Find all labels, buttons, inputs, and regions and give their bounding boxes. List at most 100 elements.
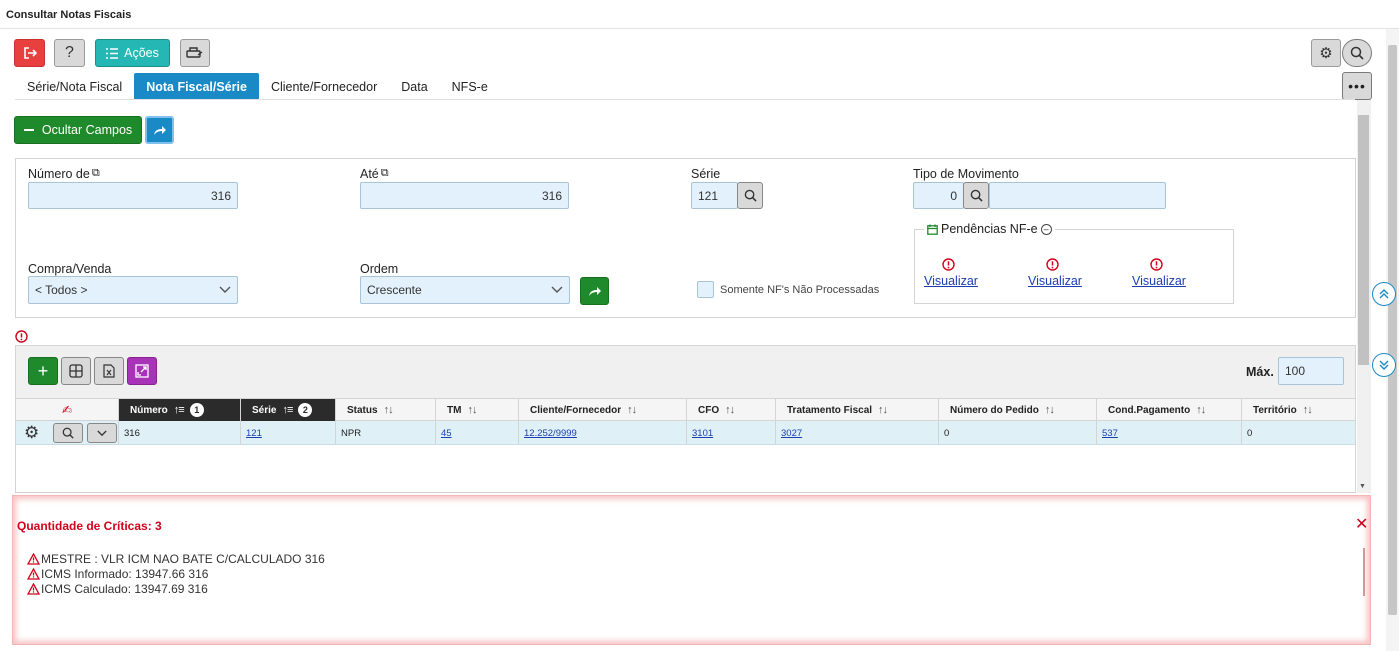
grid-header: ✍ Número ↑≡ 1 Série ↑≡ 2 Status ↑↓ TM ↑↓ Clien… [16,398,1355,421]
title-bar: Consultar Notas Fiscais [0,0,1399,29]
gear-icon[interactable]: ⚙ [24,423,39,443]
alert-circle-icon [1028,258,1088,274]
content-scrollbar-thumb[interactable] [1358,115,1369,365]
help-button[interactable]: ? [54,39,85,67]
expand-icon [135,364,149,378]
ocultar-campos-label: Ocultar Campos [41,123,133,137]
global-search-button[interactable] [1342,39,1372,67]
critica-line: ICMS Calculado: 13947.69 316 [27,582,208,596]
cell-cliente-fornecedor: 12.252/9999 [519,421,687,445]
sort-order-badge: 1 [189,403,204,417]
sort-icon: ↑↓ [1044,404,1055,416]
table-row[interactable]: ⚙ 316 121 NPR 45 12.252/9999 3101 3027 0… [16,421,1355,445]
numero-de-input[interactable]: 316 [28,182,238,209]
visualizar-link[interactable]: Visualizar [1028,274,1082,288]
row-expand-button[interactable] [87,423,117,443]
criticas-scrollbar[interactable] [1363,548,1365,596]
criticas-panel: Quantidade de Críticas: 3 ✕ MESTRE : VLR… [12,495,1371,645]
max-rows-input[interactable]: 100 [1278,357,1344,385]
exit-button[interactable] [14,39,45,67]
copy-icon[interactable]: ⧉ [381,167,389,180]
search-icon [1350,46,1364,60]
tab-data[interactable]: Data [389,73,439,100]
somente-nao-processadas-checkbox[interactable] [697,281,714,298]
tipo-movimento-input[interactable]: 0 [913,182,964,209]
cell-serie: 121 [241,421,336,445]
column-header-numero[interactable]: Número ↑≡ 1 [119,399,241,421]
excel-file-icon [103,364,115,378]
column-header-status[interactable]: Status ↑↓ [336,399,436,421]
sort-asc-icon: ↑≡ [282,404,293,416]
row-actions-cell: ⚙ [16,421,119,445]
page-scrollbar-thumb[interactable] [1388,45,1397,615]
tratamento-link[interactable]: 3027 [781,428,802,439]
visualizar-link[interactable]: Visualizar [1132,274,1186,288]
serie-input[interactable]: 121 [691,182,738,209]
grid-layout-button[interactable] [61,357,91,385]
serie-link[interactable]: 121 [246,428,262,439]
table-icon [69,364,83,378]
cell-cfo: 3101 [687,421,776,445]
column-header-serie[interactable]: Série ↑≡ 2 [241,399,336,421]
column-header-cliente-fornecedor[interactable]: Cliente/Fornecedor ↑↓ [519,399,687,421]
copy-icon[interactable]: ⧉ [92,167,100,180]
ocultar-campos-button[interactable]: Ocultar Campos [14,116,142,144]
collapse-icon[interactable]: – [1040,223,1052,235]
sort-icon: ↑↓ [725,404,735,416]
search-icon [970,189,983,202]
pendencias-title: Pendências NF-e – [924,222,1055,236]
acoes-button[interactable]: Ações [95,39,170,67]
cond-pagamento-link[interactable]: 537 [1102,428,1118,439]
cfo-link[interactable]: 3101 [692,428,713,439]
calendar-icon [927,224,938,235]
compra-venda-select[interactable]: < Todos > [28,276,238,304]
tm-link[interactable]: 45 [441,428,452,439]
print-button[interactable] [180,39,210,67]
ordem-select[interactable]: Crescente [360,276,570,304]
tipo-movimento-description [989,182,1166,209]
add-button[interactable]: + [28,357,58,385]
column-header-cond-pagamento[interactable]: Cond.Pagamento ↑↓ [1097,399,1242,421]
column-header-territorio[interactable]: Território ↑↓ [1242,399,1355,421]
scroll-top-button[interactable] [1372,282,1396,306]
serie-label: Série [691,167,721,181]
somente-nao-processadas-label: Somente NF's Não Processadas [720,284,880,296]
chevron-down-icon [551,286,563,293]
execute-button[interactable] [145,116,174,144]
scroll-bottom-button[interactable] [1372,353,1396,377]
ordem-apply-button[interactable] [580,277,609,305]
more-options-button[interactable]: ••• [1342,72,1372,100]
signature-column-header[interactable]: ✍ [16,399,119,421]
export-excel-button[interactable] [94,357,124,385]
tab-cliente-fornecedor[interactable]: Cliente/Fornecedor [259,73,389,100]
tab-nfs-e[interactable]: NFS-e [440,73,500,100]
scroll-down-arrow-icon[interactable]: ▼ [1359,483,1366,490]
column-header-tratamento-fiscal[interactable]: Tratamento Fiscal ↑↓ [776,399,939,421]
visualizar-link[interactable]: Visualizar [924,274,978,288]
alert-circle-icon [1132,258,1192,274]
cliente-link[interactable]: 12.252/9999 [524,428,577,439]
tab-serie-nota-fiscal[interactable]: Série/Nota Fiscal [15,73,134,100]
signature-icon: ✍ [61,403,73,417]
column-header-tm[interactable]: TM ↑↓ [436,399,519,421]
column-header-numero-pedido[interactable]: Número do Pedido ↑↓ [939,399,1097,421]
cell-territorio: 0 [1247,427,1253,439]
cell-tm: 45 [436,421,519,445]
chevron-down-icon [97,430,107,436]
serie-search-button[interactable] [737,182,763,209]
cell-status: NPR [336,421,436,445]
expand-button[interactable] [127,357,157,385]
tab-nota-fiscal-serie[interactable]: Nota Fiscal/Série [134,73,259,100]
sort-icon: ↑↓ [467,404,477,416]
ate-input[interactable]: 316 [360,182,569,209]
settings-button[interactable]: ⚙ [1311,39,1341,67]
column-header-cfo[interactable]: CFO ↑↓ [687,399,776,421]
tipo-movimento-search-button[interactable] [963,182,989,209]
close-icon[interactable]: ✕ [1355,514,1368,534]
help-label: ? [65,44,74,61]
critica-line: ICMS Informado: 13947.66 316 [27,567,208,581]
alert-circle-icon [15,330,28,346]
results-grid: + Máx. 100 ✍ Número ↑≡ 1 Série ↑≡ 2 Status ↑↓… [15,345,1356,493]
row-view-button[interactable] [53,423,83,443]
exit-icon [23,47,37,59]
